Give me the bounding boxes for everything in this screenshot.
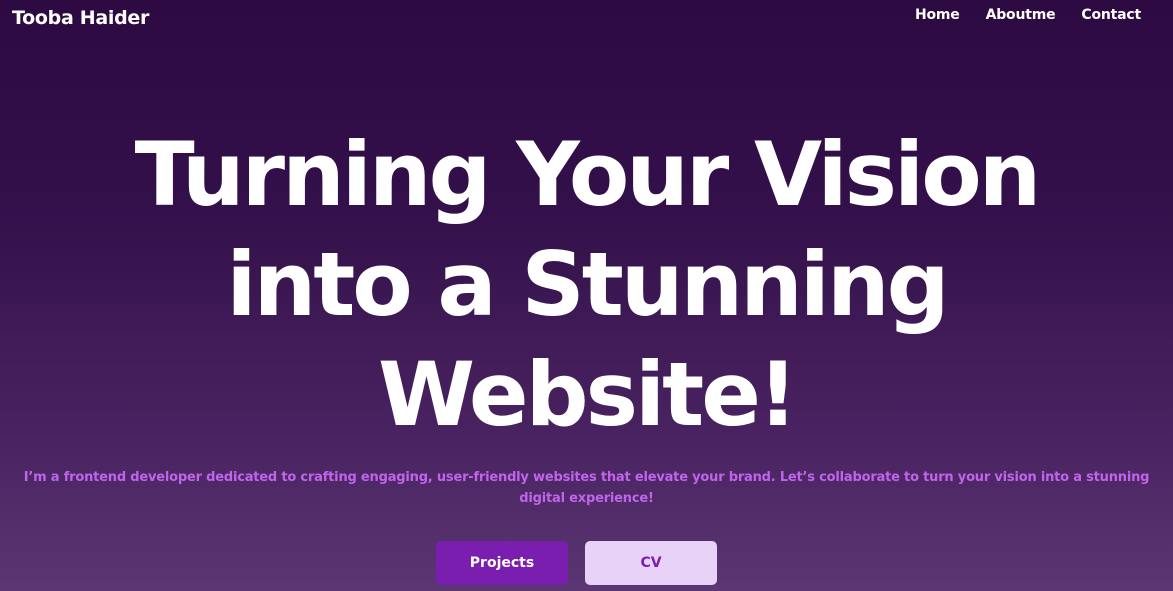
hero-subtitle: I’m a frontend developer dedicated to cr… [23, 470, 1150, 506]
hero-headline-line-3: Website! [377, 343, 798, 446]
hero-headline: Turning Your Vision into a Stunning Webs… [0, 120, 1173, 450]
cv-button[interactable]: CV [585, 541, 717, 585]
projects-button[interactable]: Projects [436, 541, 568, 585]
main-nav: Home Aboutme Contact [915, 7, 1141, 23]
hero-actions: Projects CV [436, 541, 717, 585]
hero-headline-line-1: Turning Your Vision [134, 123, 1042, 226]
nav-link-contact[interactable]: Contact [1081, 7, 1141, 23]
nav-link-aboutme[interactable]: Aboutme [986, 7, 1056, 23]
nav-link-home[interactable]: Home [915, 7, 960, 23]
hero-headline-line-2: into a Stunning [226, 233, 949, 336]
brand-logo-link[interactable]: Tooba Haider [12, 7, 149, 29]
top-navbar: Tooba Haider Home Aboutme Contact [0, 0, 1173, 36]
